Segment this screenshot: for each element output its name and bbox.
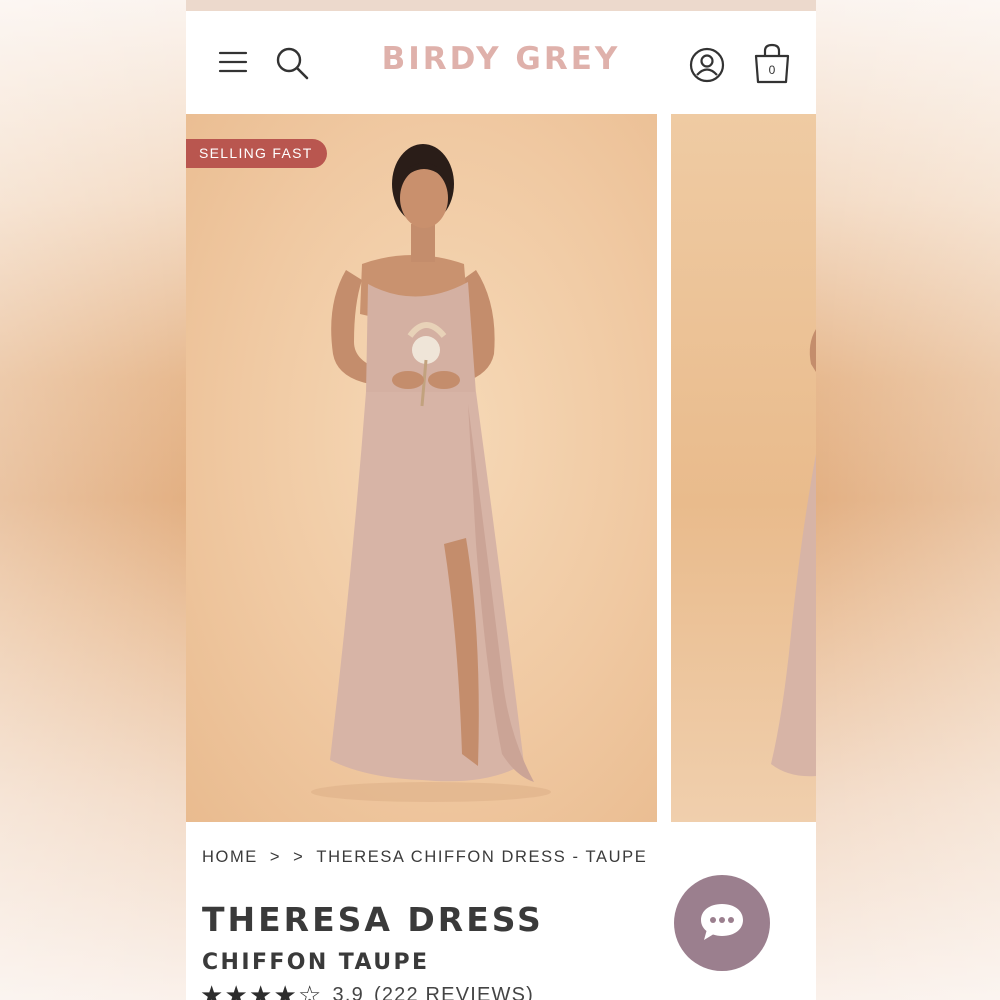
product-image-next[interactable] xyxy=(671,114,816,822)
chat-button[interactable] xyxy=(674,875,770,971)
rating-stars: ★★★★☆ xyxy=(200,980,323,1000)
selling-fast-badge: SELLING FAST xyxy=(186,139,327,168)
product-image-main[interactable]: SELLING FAST xyxy=(186,114,657,822)
breadcrumb: HOME > > THERESA CHIFFON DRESS - TAUPE xyxy=(202,848,647,867)
site-header: BIRDY GREY 0 xyxy=(186,11,816,114)
chat-bubble-icon xyxy=(701,904,743,940)
product-variant: CHIFFON TAUPE xyxy=(202,950,430,975)
breadcrumb-separator: > xyxy=(293,848,305,866)
shopping-bag-icon: 0 xyxy=(754,43,790,84)
breadcrumb-separator: > xyxy=(269,848,282,866)
account-button[interactable] xyxy=(686,44,728,86)
product-gallery[interactable]: SELLING FAST xyxy=(186,114,816,822)
model-partial-image xyxy=(771,329,816,777)
model-in-dress-image xyxy=(311,144,551,802)
user-account-icon xyxy=(689,47,725,83)
breadcrumb-home-link[interactable]: HOME xyxy=(202,848,258,867)
product-rating[interactable]: ★★★★☆ 3.9 (222 REVIEWS) xyxy=(200,982,534,1000)
rating-value: 3.9 xyxy=(332,983,364,1000)
product-title: THERESA DRESS xyxy=(202,900,544,939)
breadcrumb-current: THERESA CHIFFON DRESS - TAUPE xyxy=(316,848,648,866)
top-banner-strip xyxy=(186,0,816,11)
review-count-link[interactable]: (222 REVIEWS) xyxy=(374,984,534,1000)
cart-count: 0 xyxy=(769,63,776,77)
mobile-page: BIRDY GREY 0 SELLING FAST HOME > > THERE… xyxy=(186,0,816,1000)
cart-button[interactable]: 0 xyxy=(750,40,794,88)
